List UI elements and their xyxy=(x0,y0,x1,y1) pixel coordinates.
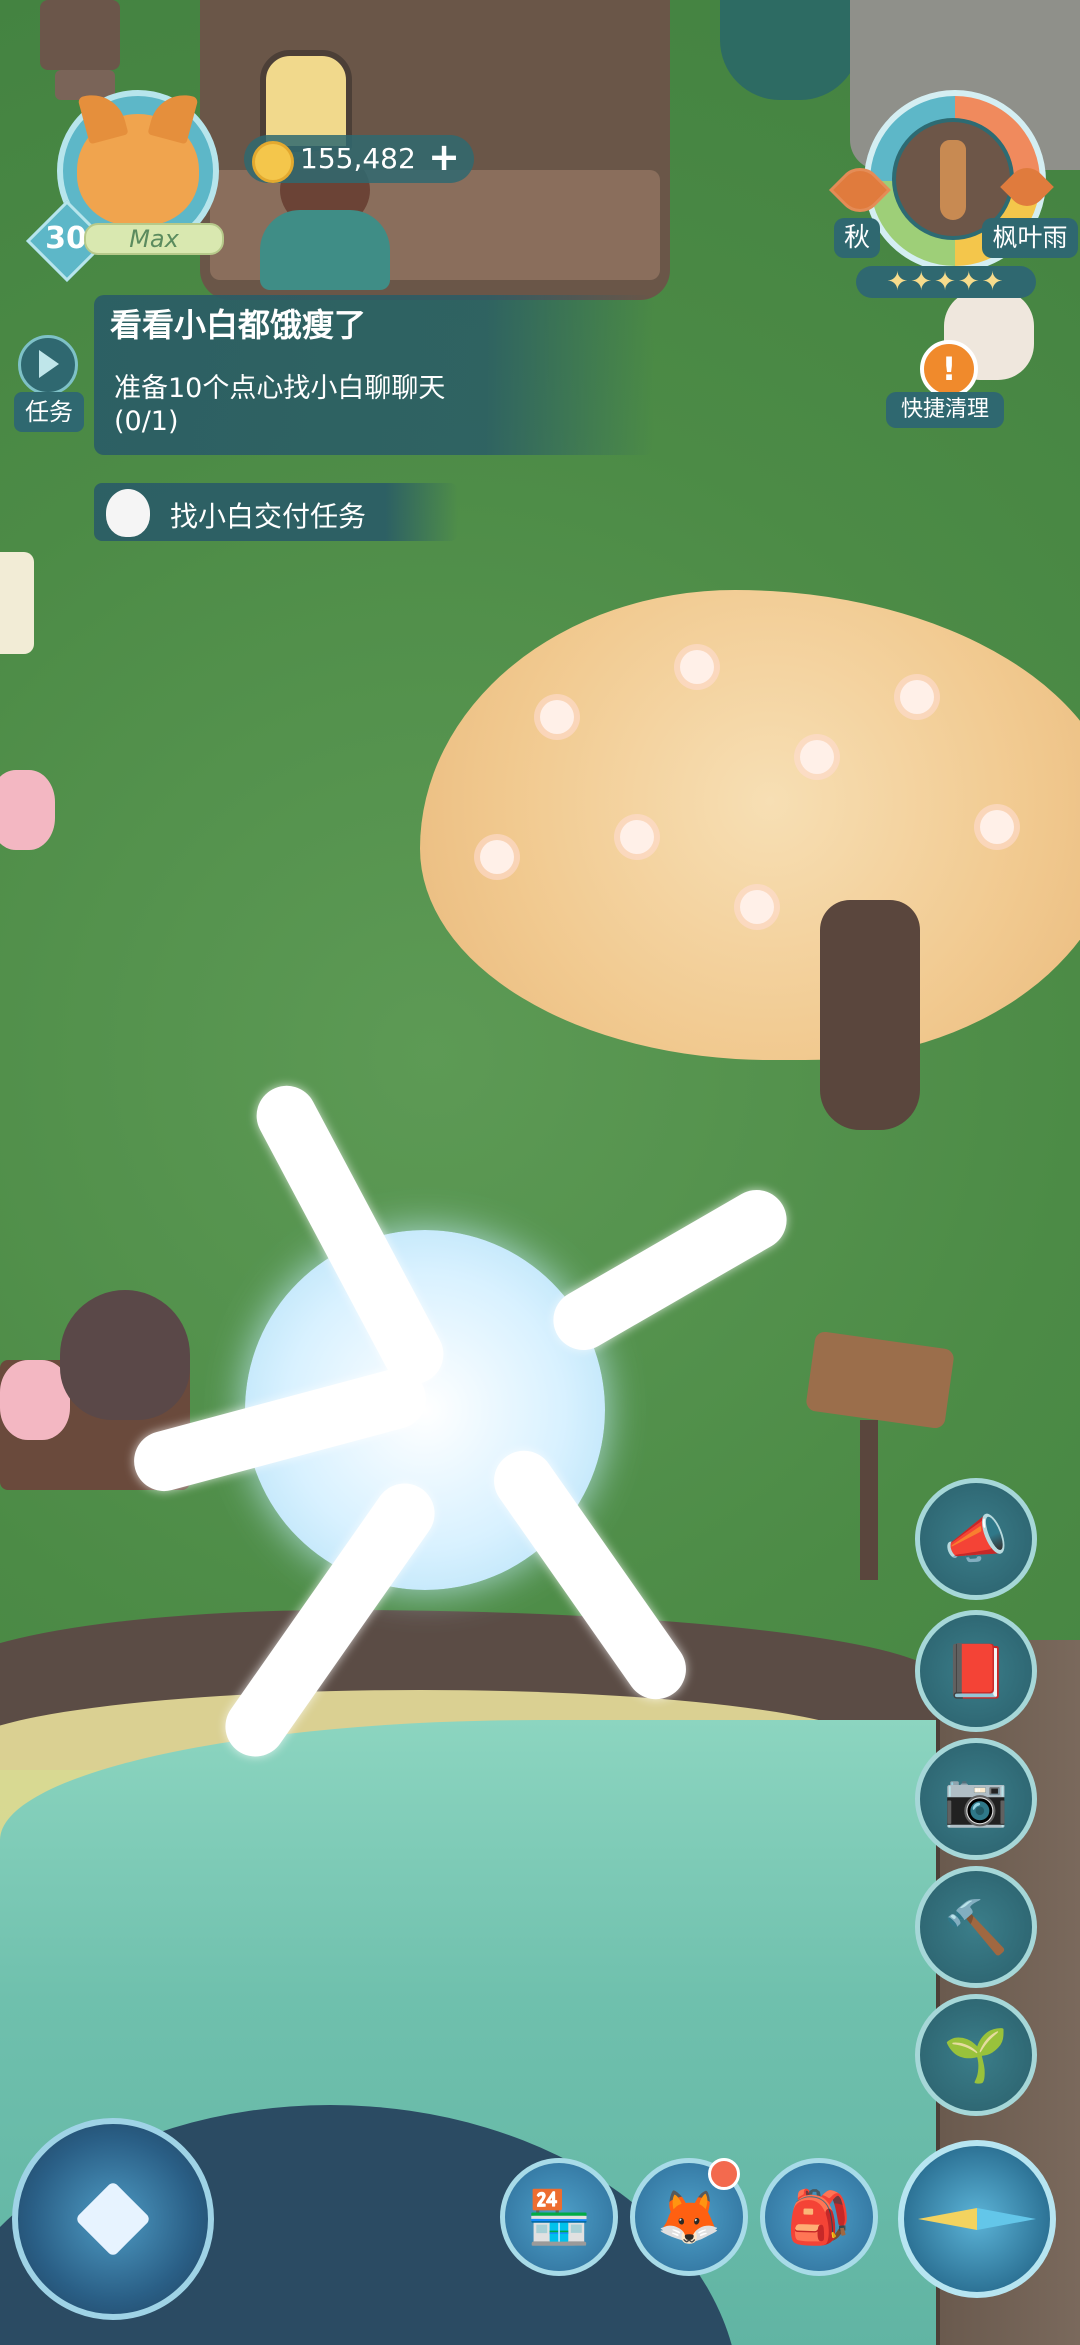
quest-description: 准备10个点心找小白聊聊天 xyxy=(114,373,446,404)
signpost-top-left xyxy=(40,0,120,70)
hammer-icon: 🔨 xyxy=(943,1897,1009,1958)
autumn-tree-trunk xyxy=(820,900,920,1130)
pig-npc-left[interactable] xyxy=(0,770,55,850)
quick-clean-button[interactable]: 快捷清理 xyxy=(886,392,1004,428)
coin-icon xyxy=(252,141,294,183)
rabbit-npc-icon xyxy=(106,489,150,537)
quest-title: 看看小白都饿瘦了 xyxy=(110,306,367,344)
quest-subtask[interactable]: 找小白交付任务 xyxy=(94,483,458,541)
compass-button[interactable] xyxy=(898,2140,1056,2298)
signpost-pole xyxy=(860,1420,878,1580)
hammer-button[interactable]: 🔨 xyxy=(915,1866,1037,1988)
decor-tree-top xyxy=(720,0,860,100)
sprout-button[interactable]: 🌱 xyxy=(915,1994,1037,2116)
quick-clean-alert-icon[interactable]: ! xyxy=(920,340,978,398)
blossom xyxy=(480,840,514,874)
experience-bar: Max xyxy=(84,223,224,255)
shop-button[interactable]: 🏪 xyxy=(500,2158,618,2276)
compass-needle-icon xyxy=(918,2208,1036,2230)
rating-stars: ✦✦✦✦✦ xyxy=(856,266,1036,298)
guitar-icon xyxy=(940,140,966,220)
backpack-button[interactable]: 🎒 xyxy=(760,2158,878,2276)
megaphone-button[interactable]: 📣 xyxy=(915,1478,1037,1600)
deer-girl-npc[interactable] xyxy=(60,1290,190,1420)
blossom xyxy=(980,810,1014,844)
blossom xyxy=(620,820,654,854)
blossom xyxy=(540,700,574,734)
bear-body xyxy=(260,210,390,290)
magic-circle-button[interactable] xyxy=(12,2118,214,2320)
shop-icon: 🏪 xyxy=(526,2187,592,2248)
journal-button[interactable]: 📕 xyxy=(915,1610,1037,1732)
coin-balance[interactable]: 155,482 + xyxy=(244,135,474,183)
fox-pet-icon: 🦊 xyxy=(656,2187,722,2248)
blossom xyxy=(900,680,934,714)
camera-button[interactable]: 📷 xyxy=(915,1738,1037,1860)
side-drawer-tab[interactable] xyxy=(0,552,34,654)
coin-amount: 155,482 xyxy=(300,142,416,175)
notification-dot xyxy=(708,2158,740,2190)
blossom xyxy=(800,740,834,774)
sprout-icon: 🌱 xyxy=(943,2025,1009,2086)
fox-avatar-icon xyxy=(77,114,199,226)
quest-subtask-label: 找小白交付任务 xyxy=(170,500,367,533)
season-label: 秋 xyxy=(834,218,880,258)
autumn-tree-canopy[interactable] xyxy=(420,590,1080,1060)
quest-tab-label[interactable]: 任务 xyxy=(14,392,84,432)
quest-progress: (0/1) xyxy=(114,406,179,437)
quest-toggle-button[interactable] xyxy=(18,335,78,395)
blossom xyxy=(680,650,714,684)
camera-icon: 📷 xyxy=(943,1769,1009,1830)
backpack-icon: 🎒 xyxy=(786,2187,852,2248)
journal-icon: 📕 xyxy=(943,1641,1009,1702)
weather-label: 枫叶雨 xyxy=(982,218,1078,258)
megaphone-icon: 📣 xyxy=(943,1509,1009,1570)
compass-star-icon xyxy=(74,2180,152,2258)
add-coins-button[interactable]: + xyxy=(428,133,460,181)
blossom xyxy=(740,890,774,924)
